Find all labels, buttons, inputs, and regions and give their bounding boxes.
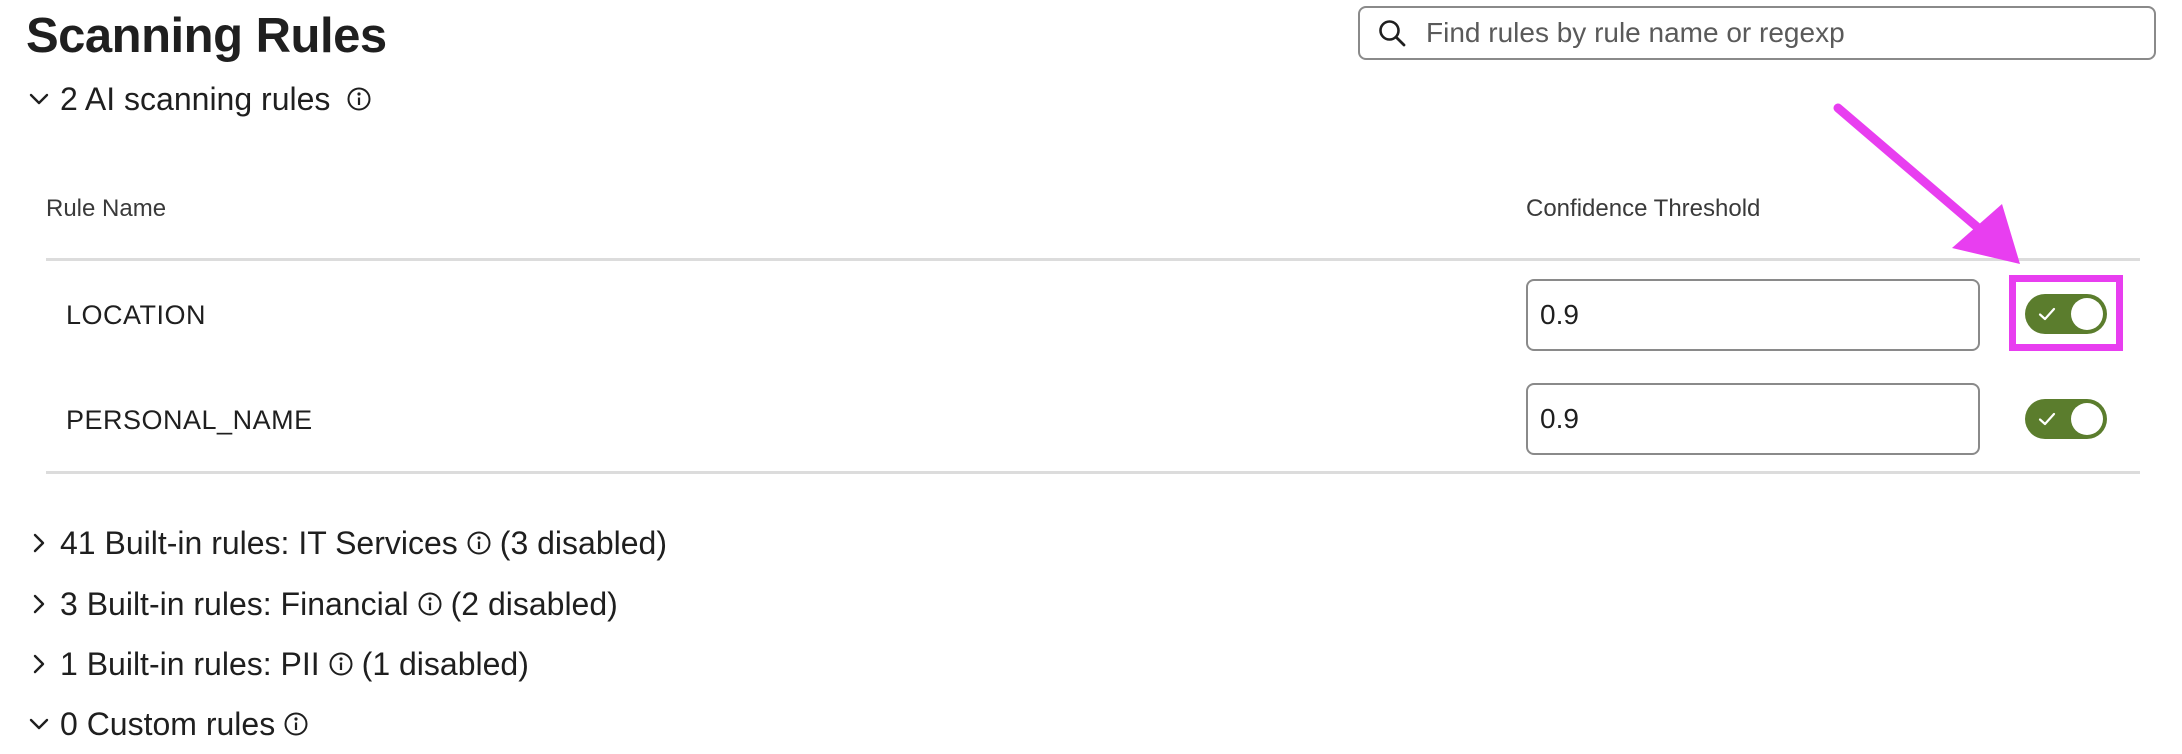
info-icon[interactable] [417,591,443,617]
toggle-knob [2071,403,2103,435]
threshold-input-location[interactable] [1526,279,1980,351]
chevron-right-icon [26,530,52,556]
table-footer-divider [46,471,2140,474]
section-disabled-count: (3 disabled) [499,524,667,561]
info-icon[interactable] [346,86,372,112]
info-icon[interactable] [328,651,354,677]
info-icon[interactable] [283,711,309,737]
section-header-financial[interactable]: 3 Built-in rules: Financial (2 disabled) [26,582,618,626]
section-label: 41 Built-in rules: IT Services [60,524,458,561]
rule-name-personal-name: PERSONAL_NAME [66,405,313,435]
page-title: Scanning Rules [26,9,387,63]
chevron-down-icon [26,86,52,112]
info-icon[interactable] [466,530,492,556]
table-header-divider [46,258,2140,261]
search-input[interactable] [1426,11,2126,55]
section-header-it-services[interactable]: 41 Built-in rules: IT Services (3 disabl… [26,521,667,565]
search-box[interactable] [1358,6,2156,60]
column-header-confidence-threshold: Confidence Threshold [1526,195,1761,222]
chevron-right-icon [26,591,52,617]
section-header-pii[interactable]: 1 Built-in rules: PII (1 disabled) [26,642,529,686]
annotation-highlight-box [2009,275,2123,351]
ai-rules-section-header[interactable]: 2 AI scanning rules [26,77,380,121]
search-icon [1376,17,1408,49]
toggle-personal-name[interactable] [2025,399,2107,439]
rule-name-location: LOCATION [66,300,207,330]
section-label: 3 Built-in rules: Financial [60,585,409,622]
section-disabled-count: (2 disabled) [450,585,618,622]
chevron-right-icon [26,651,52,677]
check-icon [2037,409,2057,429]
section-label: 1 Built-in rules: PII [60,645,320,682]
annotation-arrow-icon [1833,103,2020,264]
section-label: 0 Custom rules [60,705,276,742]
section-header-custom[interactable]: 0 Custom rules [26,702,317,746]
ai-rules-section-label: 2 AI scanning rules [60,80,331,117]
chevron-down-icon [26,711,52,737]
section-disabled-count: (1 disabled) [361,645,529,682]
threshold-input-personal-name[interactable] [1526,383,1980,455]
column-header-rule-name: Rule Name [46,195,167,222]
